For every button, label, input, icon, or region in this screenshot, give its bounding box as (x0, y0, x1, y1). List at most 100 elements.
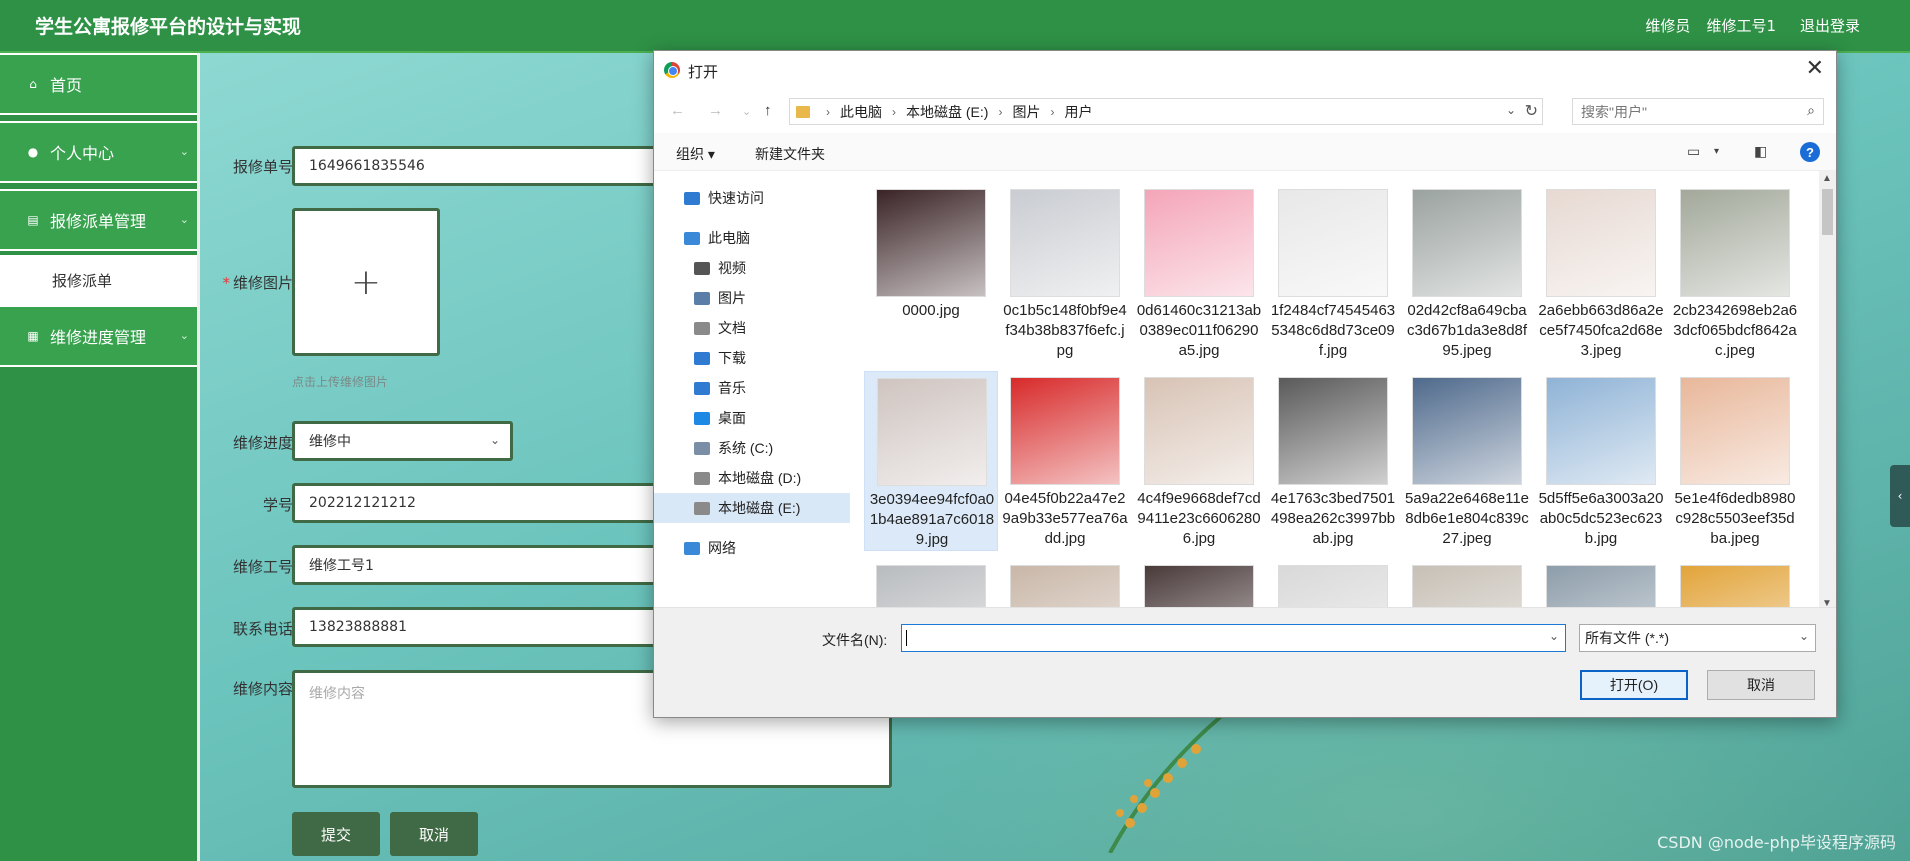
file-item[interactable]: 02d42cf8a649cbac3d67b1da3e8d8f95.jpeg (1400, 183, 1534, 363)
chevron-down-icon[interactable]: ⌄ (1506, 103, 1516, 117)
file-thumbnail (877, 378, 987, 486)
image-label: * 维修图片 (222, 274, 293, 292)
cancel-button[interactable]: 取消 (390, 812, 478, 856)
nav-item-network[interactable]: 网络 (654, 533, 850, 563)
file-item[interactable]: 0000.jpg (864, 183, 998, 363)
nav-item-videos[interactable]: 视频 (654, 253, 850, 283)
filename-input[interactable]: ⌄ (901, 624, 1566, 652)
scroll-up-icon[interactable]: ▲ (1822, 173, 1832, 184)
file-item[interactable]: 2a6ebb663d86a2ece5f7450fca2d68e3.jpeg (1534, 183, 1668, 363)
scrollbar-thumb[interactable] (1822, 189, 1833, 235)
file-name: 02d42cf8a649cbac3d67b1da3e8d8f95.jpeg (1406, 302, 1528, 359)
nav-item-drive-d[interactable]: 本地磁盘 (D:) (654, 463, 850, 493)
file-item[interactable]: 1f2484cf745454635348c6d8d73ce09f.jpg (1266, 183, 1400, 363)
student-field[interactable]: 202212121212 (292, 483, 662, 523)
new-folder-button[interactable]: 新建文件夹 (755, 144, 825, 164)
file-item[interactable]: 2cb2342698eb2a63dcf065bdcf8642ac.jpeg (1668, 183, 1802, 363)
file-name: 4c4f9e9668def7cd9411e23c66062806.jpg (1137, 490, 1261, 547)
file-item[interactable]: 4e1763c3bed7501498ea262c3997bbab.jpg (1266, 371, 1400, 551)
file-item[interactable] (998, 559, 1132, 607)
nav-item-music[interactable]: 音乐 (654, 373, 850, 403)
nav-item-quick-access[interactable]: 快速访问 (654, 183, 850, 213)
chevron-down-icon: ⌄ (179, 145, 189, 158)
file-name: 3e0394ee94fcf0a01b4ae891a7c60189.jpg (869, 491, 995, 548)
nav-item-drive-e[interactable]: 本地磁盘 (E:) (654, 493, 850, 523)
file-name: 5d5ff5e6a3003a20ab0c5dc523ec623b.jpg (1538, 490, 1664, 547)
order-no-field[interactable]: 1649661835546 (292, 146, 662, 186)
close-icon[interactable]: ✕ (1806, 55, 1824, 81)
logout-button[interactable]: 退出登录 (1800, 15, 1860, 36)
breadcrumb-pictures[interactable]: 图片 (1012, 102, 1040, 122)
filetype-select[interactable]: 所有文件 (*.*) ⌄ (1579, 624, 1816, 652)
sidebar-item-progress[interactable]: ▦ 维修进度管理 ⌄ (0, 305, 197, 367)
nav-item-documents[interactable]: 文档 (654, 313, 850, 343)
file-item[interactable] (864, 559, 998, 607)
chevron-down-icon[interactable]: ⌄ (1549, 629, 1559, 643)
preview-pane-icon[interactable]: ◧ (1754, 143, 1767, 160)
file-item[interactable]: 4c4f9e9668def7cd9411e23c66062806.jpg (1132, 371, 1266, 551)
chevron-down-icon[interactable]: ▾ (1714, 146, 1719, 157)
vertical-scrollbar[interactable]: ▲ ▼ (1819, 171, 1836, 611)
nav-item-downloads[interactable]: 下载 (654, 343, 850, 373)
file-item[interactable]: 0c1b5c148f0bf9e4f34b38b837f6efc.jpg (998, 183, 1132, 363)
breadcrumb-users[interactable]: 用户 (1064, 102, 1092, 122)
refresh-icon[interactable]: ↻ (1525, 101, 1538, 121)
file-item[interactable]: 3e0394ee94fcf0a01b4ae891a7c60189.jpg (864, 371, 998, 551)
file-item[interactable] (1400, 559, 1534, 607)
file-thumbnail (1278, 377, 1388, 485)
recent-dropdown-icon[interactable]: ⌄ (742, 105, 751, 118)
progress-select[interactable]: 维修中 ⌄ (292, 421, 513, 461)
open-button[interactable]: 打开(O) (1580, 670, 1688, 700)
file-list: 0000.jpg 0c1b5c148f0bf9e4f34b38b837f6efc.… (864, 183, 1816, 607)
sidebar-item-home[interactable]: ⌂ 首页 (0, 53, 197, 115)
file-name: 0d61460c31213ab0389ec011f06290a5.jpg (1136, 302, 1262, 359)
nav-item-drive-c[interactable]: 系统 (C:) (654, 433, 850, 463)
submit-button[interactable]: 提交 (292, 812, 380, 856)
nav-item-desktop[interactable]: 桌面 (654, 403, 850, 433)
file-thumbnail (1144, 377, 1254, 485)
file-item[interactable]: 5a9a22e6468e11e8db6e1e804c839c27.jpeg (1400, 371, 1534, 551)
back-arrow-icon[interactable]: ← (670, 102, 685, 119)
forward-arrow-icon[interactable]: → (708, 102, 723, 119)
chevron-down-icon: ⌄ (179, 329, 189, 342)
file-thumbnail (1144, 565, 1254, 607)
up-arrow-icon[interactable]: ↑ (764, 102, 772, 119)
breadcrumb-drive-e[interactable]: 本地磁盘 (E:) (906, 102, 988, 122)
file-item[interactable]: 04e45f0b22a47e29a9b33e577ea76add.jpg (998, 371, 1132, 551)
sidebar-item-dispatch[interactable]: ▤ 报修派单管理 ⌄ (0, 189, 197, 251)
file-thumbnail (1412, 189, 1522, 297)
organize-menu[interactable]: 组织 ▾ (676, 144, 715, 164)
breadcrumb-this-pc[interactable]: 此电脑 (840, 102, 882, 122)
worker-field[interactable]: 维修工号1 (292, 545, 662, 585)
side-drawer-tab[interactable]: ‹ (1890, 465, 1910, 527)
chevron-right-icon: › (892, 104, 896, 119)
file-item[interactable]: 5e1e4f6dedb8980c928c5503eef35dba.jpeg (1668, 371, 1802, 551)
view-mode-icon[interactable]: ▭ (1687, 143, 1700, 160)
chevron-right-icon: › (998, 104, 1003, 119)
file-item[interactable]: 0d61460c31213ab0389ec011f06290a5.jpg (1132, 183, 1266, 363)
image-upload-button[interactable]: + (292, 208, 440, 356)
file-item[interactable]: 5d5ff5e6a3003a20ab0c5dc523ec623b.jpg (1534, 371, 1668, 551)
phone-field[interactable]: 13823888881 (292, 607, 662, 647)
help-icon[interactable]: ? (1800, 142, 1820, 162)
dialog-toolbar: 组织 ▾ 新建文件夹 ▭ ▾ ◧ ? (654, 133, 1836, 171)
file-item[interactable] (1668, 559, 1802, 607)
sidebar-item-profile[interactable]: ● 个人中心 ⌄ (0, 121, 197, 183)
search-input[interactable]: 搜索"用户" ⌕ (1572, 98, 1824, 125)
file-item[interactable] (1534, 559, 1668, 607)
file-name: 0c1b5c148f0bf9e4f34b38b837f6efc.jpg (1003, 302, 1127, 359)
sidebar-subitem-dispatch-order[interactable]: 报修派单 (0, 255, 197, 305)
file-name: 4e1763c3bed7501498ea262c3997bbab.jpg (1270, 490, 1396, 547)
dialog-bottom-bar: 文件名(N): ⌄ 所有文件 (*.*) ⌄ 打开(O) 取消 (654, 607, 1836, 717)
file-item[interactable] (1266, 559, 1400, 607)
file-name: 04e45f0b22a47e29a9b33e577ea76add.jpg (1002, 490, 1128, 547)
filename-label: 文件名(N): (822, 632, 888, 648)
dialog-cancel-button[interactable]: 取消 (1707, 670, 1815, 700)
address-bar[interactable]: › 此电脑 › 本地磁盘 (E:) › 图片 › 用户 ⌄ ↻ (789, 98, 1543, 125)
chevron-down-icon: ⌄ (179, 213, 189, 226)
file-name: 1f2484cf745454635348c6d8d73ce09f.jpg (1270, 302, 1396, 359)
file-item[interactable] (1132, 559, 1266, 607)
file-thumbnail (1010, 377, 1120, 485)
nav-item-pictures[interactable]: 图片 (654, 283, 850, 313)
nav-item-this-pc[interactable]: 此电脑 (654, 223, 850, 253)
